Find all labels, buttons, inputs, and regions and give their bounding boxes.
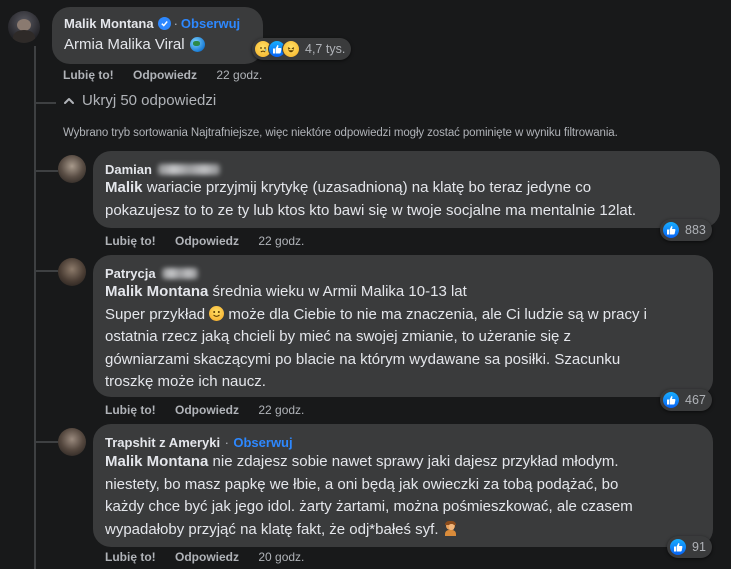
avatar-malik-montana[interactable] xyxy=(8,11,40,43)
like-reaction-icon xyxy=(669,538,687,556)
globe-emoji-icon xyxy=(189,37,205,52)
reaction-count: 4,7 tys. xyxy=(305,42,346,56)
chevron-up-icon xyxy=(62,94,76,108)
thread-curve-reply-3 xyxy=(34,441,58,443)
top-comment-reactions[interactable]: 4,7 tys. xyxy=(252,38,352,60)
thread-line-main xyxy=(34,46,36,569)
reply-text: Malik Montana średnia wieku w Armii Mali… xyxy=(105,283,647,390)
facepalm-emoji-icon xyxy=(443,520,458,536)
like-reaction-icon xyxy=(662,391,680,409)
reply-text: Malik wariacie przyjmij krytykę (uzasadn… xyxy=(105,179,637,219)
like-button[interactable]: Lubię to! xyxy=(105,550,156,564)
reply-1-actions: Lubię to! Odpowiedz 22 godz. xyxy=(105,234,304,248)
hide-replies-label: Ukryj 50 odpowiedzi xyxy=(82,92,217,109)
verified-badge-icon xyxy=(157,17,171,30)
hide-replies-toggle[interactable]: Ukryj 50 odpowiedzi xyxy=(62,92,216,109)
haha-reaction-icon xyxy=(282,40,300,58)
redacted-surname xyxy=(157,164,220,176)
top-comment-actions: Lubię to! Odpowiedz 22 godz. xyxy=(63,68,262,82)
redacted-surname xyxy=(161,268,198,280)
like-button[interactable]: Lubię to! xyxy=(105,403,156,417)
comment-text: Armia Malika Viral xyxy=(64,36,185,53)
avatar-patrycja[interactable] xyxy=(58,258,86,286)
reply-button[interactable]: Odpowiedz xyxy=(175,234,239,248)
mention-link[interactable]: Malik Montana xyxy=(105,283,208,300)
reply-author[interactable]: Trapshit z Ameryki xyxy=(105,435,220,450)
reply-2-actions: Lubię to! Odpowiedz 22 godz. xyxy=(105,403,304,417)
reaction-count: 883 xyxy=(685,223,706,237)
follow-button[interactable]: Obserwuj xyxy=(233,435,292,450)
top-comment-bubble: Malik Montana · Obserwuj Armia Malika Vi… xyxy=(52,7,263,64)
separator: · xyxy=(173,16,178,31)
mention-link[interactable]: Malik xyxy=(105,179,143,196)
comment-author[interactable]: Malik Montana xyxy=(64,16,154,31)
reply-button[interactable]: Odpowiedz xyxy=(175,403,239,417)
like-reaction-icon xyxy=(662,221,680,239)
like-button[interactable]: Lubię to! xyxy=(105,234,156,248)
reply-author[interactable]: Patrycja xyxy=(105,266,156,281)
follow-button[interactable]: Obserwuj xyxy=(181,16,240,31)
reply-bubble-1: Damian Malik wariacie przyjmij krytykę (… xyxy=(93,151,720,228)
thread-curve-toggle xyxy=(34,102,56,104)
reply-1-reactions[interactable]: 883 xyxy=(660,219,712,241)
like-button[interactable]: Lubię to! xyxy=(63,68,114,82)
thread-curve-reply-2 xyxy=(34,270,58,272)
mention-link[interactable]: Malik Montana xyxy=(105,453,208,470)
reply-timestamp[interactable]: 20 godz. xyxy=(258,550,304,564)
reply-button[interactable]: Odpowiedz xyxy=(133,68,197,82)
reaction-count: 91 xyxy=(692,540,706,554)
reply-timestamp[interactable]: 22 godz. xyxy=(258,234,304,248)
reply-2-reactions[interactable]: 467 xyxy=(660,389,712,411)
smile-emoji-icon xyxy=(209,305,225,321)
avatar-damian[interactable] xyxy=(58,155,86,183)
reply-bubble-2: Patrycja Malik Montana średnia wieku w A… xyxy=(93,255,713,397)
avatar-trapshit[interactable] xyxy=(58,428,86,456)
sort-notice: Wybrano tryb sortowania Najtrafniejsze, … xyxy=(63,127,618,139)
reply-text: Malik Montana nie zdajesz sobie nawet sp… xyxy=(105,453,633,538)
separator: · xyxy=(224,435,229,450)
thread-curve-reply-1 xyxy=(34,170,58,172)
reply-3-reactions[interactable]: 91 xyxy=(667,536,712,558)
reply-timestamp[interactable]: 22 godz. xyxy=(258,403,304,417)
reply-bubble-3: Trapshit z Ameryki · Obserwuj Malik Mont… xyxy=(93,424,713,547)
reply-author[interactable]: Damian xyxy=(105,162,152,177)
reply-button[interactable]: Odpowiedz xyxy=(175,550,239,564)
comment-timestamp[interactable]: 22 godz. xyxy=(216,68,262,82)
reaction-count: 467 xyxy=(685,393,706,407)
reply-3-actions: Lubię to! Odpowiedz 20 godz. xyxy=(105,550,304,564)
